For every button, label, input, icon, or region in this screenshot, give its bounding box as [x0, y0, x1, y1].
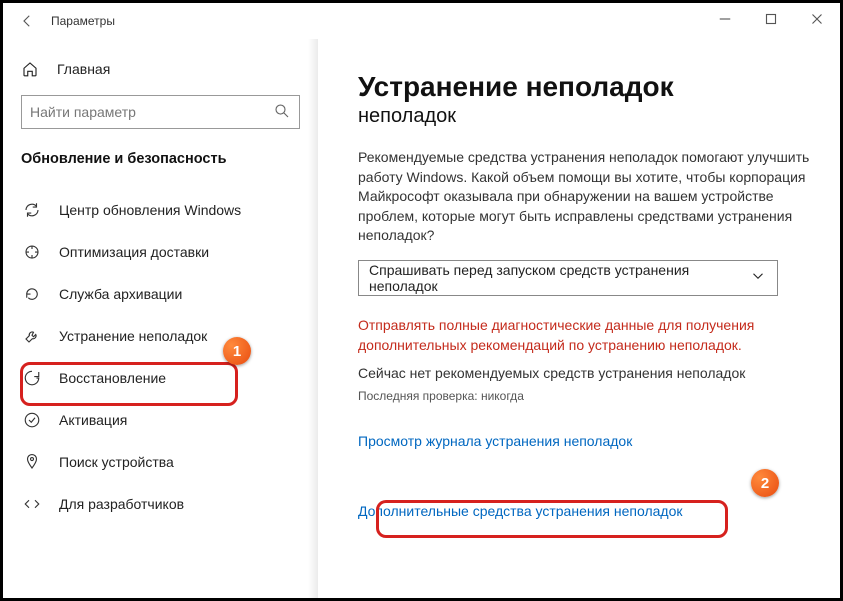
sidebar-item-windows-update[interactable]: Центр обновления Windows	[21, 189, 300, 231]
titlebar: Параметры	[3, 3, 840, 39]
status-text: Сейчас нет рекомендуемых средств устране…	[358, 365, 810, 381]
sidebar-item-label: Служба архивации	[59, 286, 182, 302]
wrench-icon	[23, 327, 43, 345]
last-check-text: Последняя проверка: никогда	[358, 389, 810, 403]
maximize-button[interactable]	[748, 3, 794, 35]
nav-list: Центр обновления Windows Оптимизация дос…	[21, 189, 300, 525]
search-placeholder: Найти параметр	[30, 104, 136, 120]
home-label: Главная	[57, 61, 110, 77]
section-title: Обновление и безопасность	[21, 151, 300, 167]
sidebar-item-label: Восстановление	[59, 370, 166, 386]
recovery-icon	[23, 369, 43, 387]
window-title: Параметры	[51, 14, 115, 28]
minimize-button[interactable]	[702, 3, 748, 35]
page-title: Устранение неполадок	[358, 71, 810, 103]
sidebar-item-activation[interactable]: Активация	[21, 399, 300, 441]
troubleshoot-mode-select[interactable]: Спрашивать перед запуском средств устран…	[358, 260, 778, 296]
dropdown-value: Спрашивать перед запуском средств устран…	[369, 262, 749, 294]
page-subtitle: неполадок	[358, 105, 810, 128]
home-icon	[21, 60, 41, 78]
arrow-left-icon	[18, 12, 36, 30]
refresh-icon	[23, 201, 43, 219]
diagnostics-warning: Отправлять полные диагностические данные…	[358, 316, 810, 355]
link-history[interactable]: Просмотр журнала устранения неполадок	[358, 433, 810, 449]
optimization-icon	[23, 243, 43, 261]
sidebar-item-developers[interactable]: Для разработчиков	[21, 483, 300, 525]
main-pane: Устранение неполадок неполадок Рекоменду…	[318, 39, 840, 598]
sidebar-item-label: Поиск устройства	[59, 454, 174, 470]
sidebar-item-backup[interactable]: Служба архивации	[21, 273, 300, 315]
search-icon	[273, 102, 291, 123]
sidebar: Главная Найти параметр Обновление и безо…	[3, 39, 318, 598]
sidebar-item-label: Для разработчиков	[59, 496, 184, 512]
sidebar-item-troubleshoot[interactable]: Устранение неполадок	[21, 315, 300, 357]
maximize-icon	[762, 10, 780, 28]
activation-icon	[23, 411, 43, 429]
window-controls	[702, 3, 840, 35]
sidebar-item-label: Устранение неполадок	[59, 328, 207, 344]
sidebar-item-delivery-optimization[interactable]: Оптимизация доставки	[21, 231, 300, 273]
chevron-down-icon	[749, 267, 767, 288]
backup-icon	[23, 285, 43, 303]
developers-icon	[23, 495, 43, 513]
sidebar-item-recovery[interactable]: Восстановление	[21, 357, 300, 399]
sidebar-item-label: Центр обновления Windows	[59, 202, 241, 218]
sidebar-item-label: Оптимизация доставки	[59, 244, 209, 260]
sidebar-item-label: Активация	[59, 412, 127, 428]
search-input[interactable]: Найти параметр	[21, 95, 300, 129]
minimize-icon	[716, 10, 734, 28]
close-button[interactable]	[794, 3, 840, 35]
find-device-icon	[23, 453, 43, 471]
description-text: Рекомендуемые средства устранения непола…	[358, 148, 810, 246]
link-additional-troubleshooters[interactable]: Дополнительные средства устранения непол…	[358, 503, 683, 519]
back-button[interactable]	[15, 9, 39, 33]
close-icon	[808, 10, 826, 28]
sidebar-item-find-device[interactable]: Поиск устройства	[21, 441, 300, 483]
home-nav[interactable]: Главная	[21, 49, 300, 89]
